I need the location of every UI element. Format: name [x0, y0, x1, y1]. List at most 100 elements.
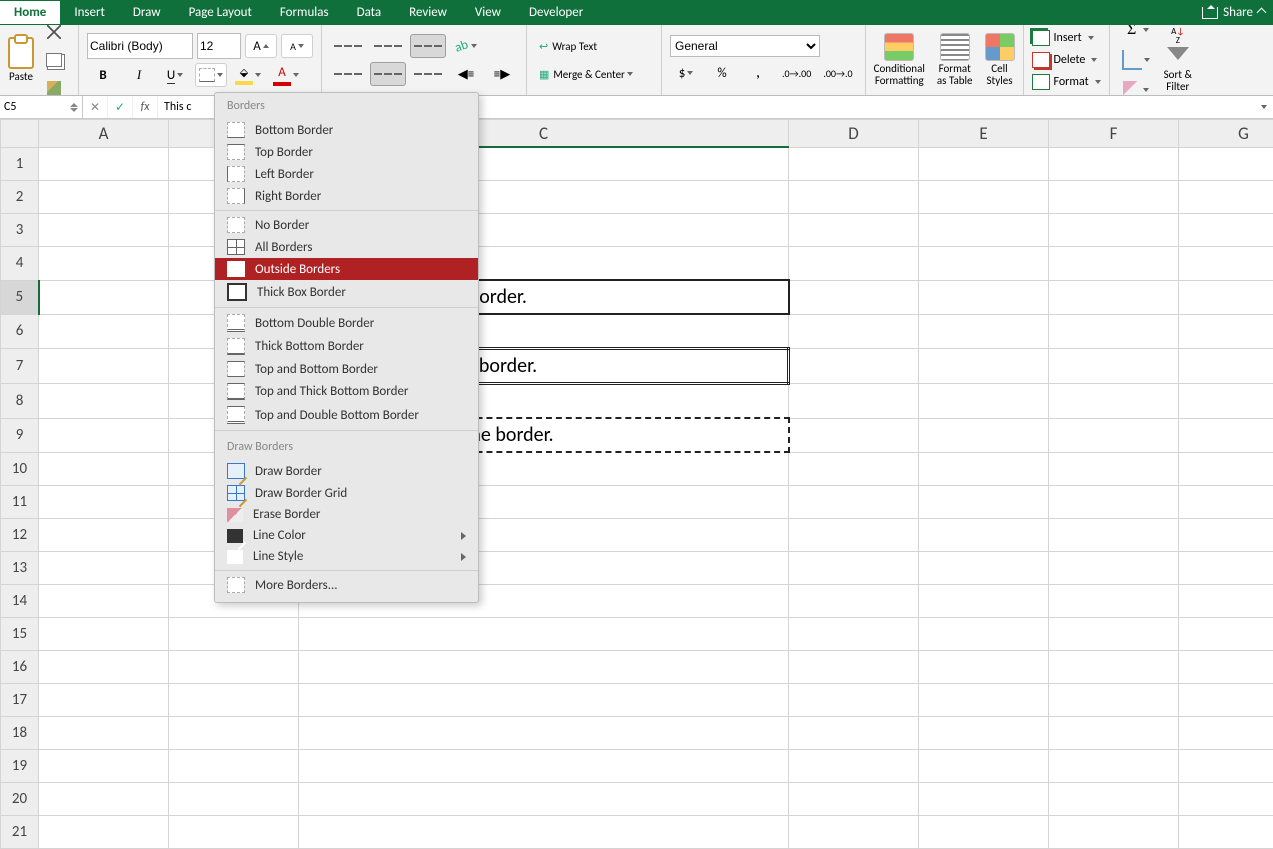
cell-D1[interactable] [789, 147, 919, 181]
cancel-edit-button[interactable]: ✕ [83, 96, 108, 118]
menu-all-borders[interactable]: All Borders [215, 236, 478, 258]
row-header-13[interactable]: 13 [1, 552, 39, 585]
cell-D12[interactable] [789, 519, 919, 552]
cell-G12[interactable] [1179, 519, 1273, 552]
row-header-12[interactable]: 12 [1, 519, 39, 552]
cell-E4[interactable] [919, 247, 1049, 281]
insert-cells-button[interactable]: Insert [1032, 30, 1101, 46]
cell-G17[interactable] [1179, 684, 1273, 717]
cell-D4[interactable] [789, 247, 919, 281]
menu-no-border[interactable]: No Border [215, 214, 478, 236]
accounting-button[interactable]: $ [670, 61, 702, 85]
font-name-combo[interactable] [87, 33, 193, 59]
cell-C18[interactable] [299, 717, 789, 750]
cell-F3[interactable] [1049, 214, 1179, 247]
tab-data[interactable]: Data [343, 1, 396, 24]
increase-decimal-button[interactable]: .0→.00 [778, 61, 815, 85]
cell-G3[interactable] [1179, 214, 1273, 247]
cell-E17[interactable] [919, 684, 1049, 717]
cell-E8[interactable] [919, 384, 1049, 419]
cell-D16[interactable] [789, 651, 919, 684]
cell-D5[interactable] [789, 280, 919, 314]
menu-thick-box-border[interactable]: Thick Box Border [215, 280, 478, 304]
cell-A1[interactable] [39, 147, 169, 181]
tab-page-layout[interactable]: Page Layout [175, 1, 266, 24]
row-header-7[interactable]: 7 [1, 349, 39, 384]
cell-G11[interactable] [1179, 486, 1273, 519]
cell-A9[interactable] [39, 418, 169, 452]
cell-E18[interactable] [919, 717, 1049, 750]
cell-G14[interactable] [1179, 585, 1273, 618]
cell-D6[interactable] [789, 314, 919, 349]
cell-D19[interactable] [789, 750, 919, 783]
menu-more-borders[interactable]: More Borders... [215, 574, 478, 596]
menu-top-double-bottom-border[interactable]: Top and Double Bottom Border [215, 403, 478, 427]
format-as-table-button[interactable]: Format as Table [937, 33, 973, 87]
row-header-1[interactable]: 1 [1, 147, 39, 181]
row-header-10[interactable]: 10 [1, 452, 39, 486]
cell-E5[interactable] [919, 280, 1049, 314]
cell-D8[interactable] [789, 384, 919, 419]
cell-G6[interactable] [1179, 314, 1273, 349]
cell-A13[interactable] [39, 552, 169, 585]
cell-A18[interactable] [39, 717, 169, 750]
cell-A8[interactable] [39, 384, 169, 419]
cell-B19[interactable] [169, 750, 299, 783]
align-bottom-button[interactable] [410, 34, 446, 58]
cell-D21[interactable] [789, 816, 919, 849]
cell-B15[interactable] [169, 618, 299, 651]
col-header-f[interactable]: F [1049, 120, 1179, 148]
cell-E20[interactable] [919, 783, 1049, 816]
row-header-19[interactable]: 19 [1, 750, 39, 783]
cell-A21[interactable] [39, 816, 169, 849]
cell-E14[interactable] [919, 585, 1049, 618]
cell-A7[interactable] [39, 349, 169, 384]
copy-button[interactable] [38, 48, 70, 72]
cell-C21[interactable] [299, 816, 789, 849]
decrease-font-button[interactable]: A [281, 34, 313, 58]
cell-E11[interactable] [919, 486, 1049, 519]
cell-A11[interactable] [39, 486, 169, 519]
cell-E6[interactable] [919, 314, 1049, 349]
menu-bottom-double-border[interactable]: Bottom Double Border [215, 311, 478, 335]
increase-indent-button[interactable]: ≡▶ [486, 62, 518, 86]
cell-C20[interactable] [299, 783, 789, 816]
align-top-button[interactable] [330, 34, 366, 58]
name-box[interactable]: C5 [0, 96, 83, 118]
cell-F10[interactable] [1049, 452, 1179, 486]
cell-A2[interactable] [39, 181, 169, 214]
italic-button[interactable]: I [123, 63, 155, 87]
cell-F1[interactable] [1049, 147, 1179, 181]
row-header-21[interactable]: 21 [1, 816, 39, 849]
decrease-decimal-button[interactable]: .00→.0 [819, 61, 856, 85]
borders-split-button[interactable] [195, 63, 227, 87]
menu-right-border[interactable]: Right Border [215, 185, 478, 207]
cell-D13[interactable] [789, 552, 919, 585]
increase-font-button[interactable]: A [245, 34, 277, 58]
cell-B17[interactable] [169, 684, 299, 717]
tab-review[interactable]: Review [395, 1, 461, 24]
cell-B21[interactable] [169, 816, 299, 849]
align-center-button[interactable] [370, 62, 406, 86]
row-header-17[interactable]: 17 [1, 684, 39, 717]
cell-D15[interactable] [789, 618, 919, 651]
tab-developer[interactable]: Developer [515, 1, 597, 24]
row-header-5[interactable]: 5 [1, 280, 39, 314]
col-header-g[interactable]: G [1179, 120, 1273, 148]
cell-A15[interactable] [39, 618, 169, 651]
row-header-16[interactable]: 16 [1, 651, 39, 684]
row-header-6[interactable]: 6 [1, 314, 39, 349]
paste-button[interactable]: Paste [8, 37, 34, 83]
menu-top-thick-bottom-border[interactable]: Top and Thick Bottom Border [215, 380, 478, 403]
menu-thick-bottom-border[interactable]: Thick Bottom Border [215, 335, 478, 358]
cell-F14[interactable] [1049, 585, 1179, 618]
cell-D3[interactable] [789, 214, 919, 247]
merge-center-button[interactable]: ▦Merge & Center [535, 62, 653, 86]
align-right-button[interactable] [410, 62, 446, 86]
cell-E10[interactable] [919, 452, 1049, 486]
cell-F19[interactable] [1049, 750, 1179, 783]
cell-D18[interactable] [789, 717, 919, 750]
col-header-a[interactable]: A [39, 120, 169, 148]
expand-formula-bar[interactable] [1261, 105, 1267, 109]
underline-button[interactable]: U [159, 63, 191, 87]
